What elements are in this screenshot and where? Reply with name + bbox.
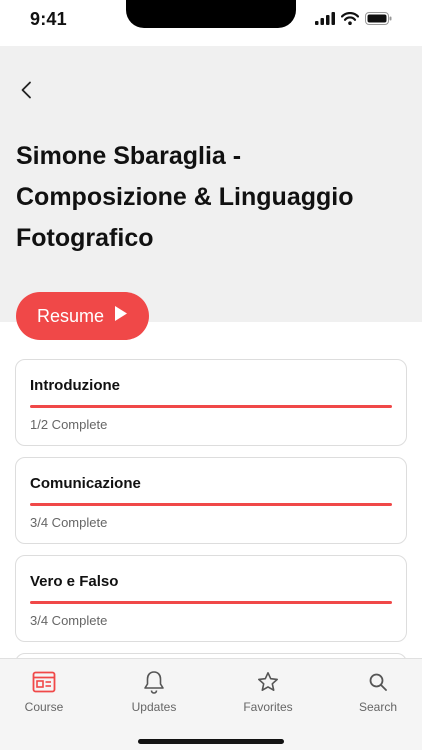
search-icon bbox=[365, 669, 391, 695]
tab-favorites[interactable]: Favorites bbox=[218, 669, 318, 714]
star-icon bbox=[255, 669, 281, 695]
section-title: Vero e Falso bbox=[30, 573, 119, 590]
tab-course[interactable]: Course bbox=[0, 669, 94, 714]
resume-label: Resume bbox=[36, 305, 105, 326]
status-bar: 9:41 bbox=[0, 0, 422, 46]
tab-label: Favorites bbox=[243, 700, 293, 714]
section-status: 3/4 Complete bbox=[30, 613, 108, 628]
play-icon bbox=[114, 305, 128, 327]
section-title: Comunicazione bbox=[30, 475, 141, 492]
status-icons bbox=[315, 12, 392, 30]
signal-icon bbox=[315, 12, 335, 30]
course-icon bbox=[31, 669, 57, 695]
progress-fill bbox=[30, 503, 392, 506]
course-title: Simone Sbaraglia - Composizione & Lingua… bbox=[16, 142, 354, 252]
tab-updates[interactable]: Updates bbox=[104, 669, 204, 714]
resume-button[interactable]: Resume bbox=[16, 292, 149, 340]
chevron-left-icon bbox=[20, 81, 32, 104]
home-indicator bbox=[138, 739, 284, 744]
section-title: Introduzione bbox=[30, 377, 120, 394]
bell-icon bbox=[141, 669, 167, 695]
section-card[interactable]: Comunicazione 3/4 Complete bbox=[15, 457, 407, 544]
section-status: 3/4 Complete bbox=[30, 515, 108, 530]
wifi-icon bbox=[340, 12, 360, 30]
section-progress-bar bbox=[30, 405, 392, 408]
section-status: 1/2 Complete bbox=[30, 417, 108, 432]
tab-label: Updates bbox=[131, 700, 177, 714]
course-header: Simone Sbaraglia - Composizione & Lingua… bbox=[0, 46, 422, 322]
tab-label: Course bbox=[24, 700, 64, 714]
progress-fill bbox=[30, 601, 392, 604]
tab-bar: Course Updates Favorites Search bbox=[0, 658, 422, 750]
status-time: 9:41 bbox=[30, 9, 67, 29]
back-button[interactable] bbox=[14, 80, 38, 104]
section-progress-bar bbox=[30, 503, 392, 506]
tab-search[interactable]: Search bbox=[328, 669, 422, 714]
section-card[interactable]: Vero e Falso 3/4 Complete bbox=[15, 555, 407, 642]
notch bbox=[126, 0, 296, 28]
tab-label: Search bbox=[358, 700, 398, 714]
section-card[interactable]: Introduzione 1/2 Complete bbox=[15, 359, 407, 446]
section-progress-bar bbox=[30, 601, 392, 604]
progress-fill bbox=[30, 405, 392, 408]
battery-icon bbox=[365, 12, 392, 30]
